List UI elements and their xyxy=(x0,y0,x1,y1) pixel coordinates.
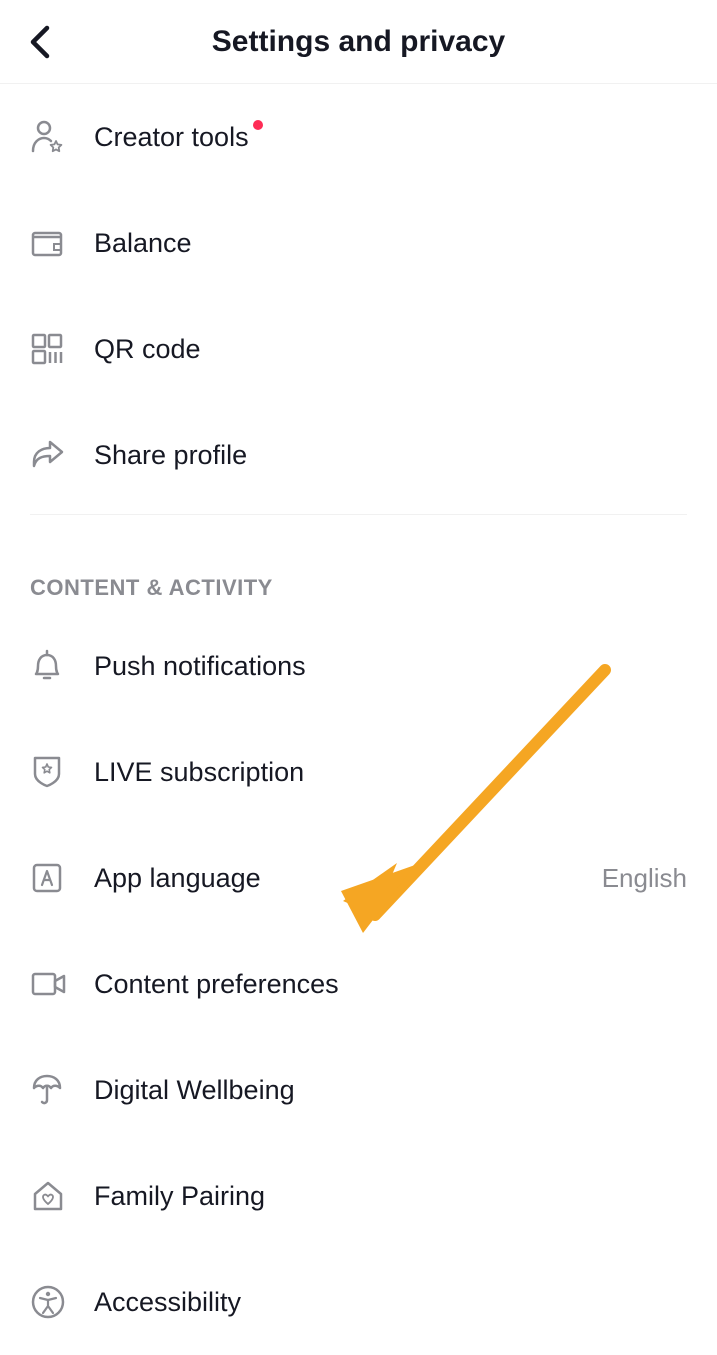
letter-a-icon xyxy=(30,861,94,895)
row-creator-tools[interactable]: Creator tools xyxy=(30,84,687,190)
row-family-pairing[interactable]: Family Pairing xyxy=(30,1143,687,1249)
person-star-icon xyxy=(30,119,94,155)
row-label: Creator tools xyxy=(94,122,249,153)
page-title: Settings and privacy xyxy=(212,25,505,59)
row-label: Content preferences xyxy=(94,969,339,1000)
notification-dot-icon xyxy=(253,120,263,130)
chevron-left-icon xyxy=(28,24,52,60)
app-language-value: English xyxy=(602,863,687,894)
section-heading-content-activity: CONTENT & ACTIVITY xyxy=(0,521,717,613)
row-label: Share profile xyxy=(94,440,247,471)
wallet-icon xyxy=(30,226,94,260)
row-balance[interactable]: Balance xyxy=(30,190,687,296)
section-divider xyxy=(30,514,687,515)
section-account: Creator tools Balance QR code xyxy=(0,84,717,508)
back-button[interactable] xyxy=(28,24,52,60)
row-label: QR code xyxy=(94,334,201,365)
bell-icon xyxy=(30,648,94,684)
share-arrow-icon xyxy=(30,438,94,472)
row-share-profile[interactable]: Share profile xyxy=(30,402,687,508)
row-digital-wellbeing[interactable]: Digital Wellbeing xyxy=(30,1037,687,1143)
row-label: Family Pairing xyxy=(94,1181,265,1212)
row-label: Accessibility xyxy=(94,1287,241,1318)
video-camera-icon xyxy=(30,969,94,999)
row-push-notifications[interactable]: Push notifications xyxy=(30,613,687,719)
row-qr-code[interactable]: QR code xyxy=(30,296,687,402)
section-content-activity: Push notifications LIVE subscription App… xyxy=(0,613,717,1355)
row-content-preferences[interactable]: Content preferences xyxy=(30,931,687,1037)
row-label: Digital Wellbeing xyxy=(94,1075,295,1106)
umbrella-icon xyxy=(30,1072,94,1108)
house-heart-icon xyxy=(30,1178,94,1214)
row-label: LIVE subscription xyxy=(94,757,304,788)
row-app-language[interactable]: App language English xyxy=(30,825,687,931)
row-label: Balance xyxy=(94,228,192,259)
header-bar: Settings and privacy xyxy=(0,0,717,84)
row-label: App language xyxy=(94,863,261,894)
shield-star-icon xyxy=(30,754,94,790)
creator-tools-label: Creator tools xyxy=(94,122,249,152)
row-accessibility[interactable]: Accessibility xyxy=(30,1249,687,1355)
row-live-subscription[interactable]: LIVE subscription xyxy=(30,719,687,825)
qr-code-icon xyxy=(30,332,94,366)
row-label: Push notifications xyxy=(94,651,306,682)
accessibility-icon xyxy=(30,1284,94,1320)
